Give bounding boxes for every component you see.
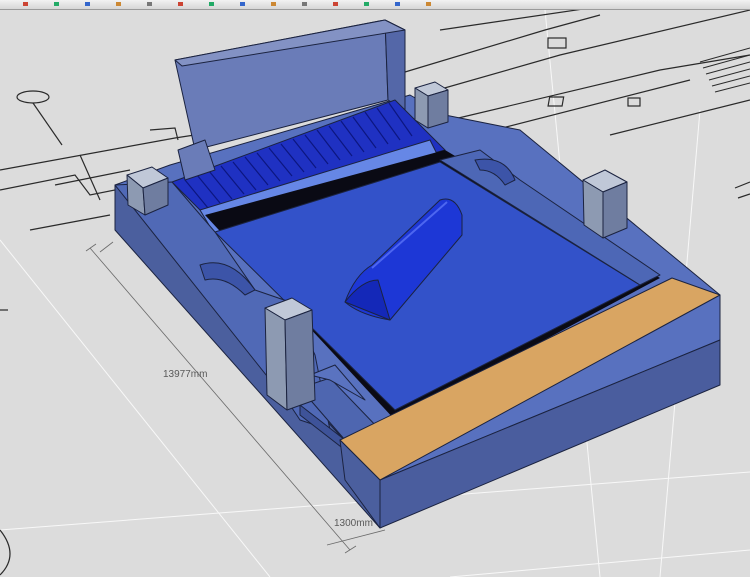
pillar-front-right[interactable] <box>582 169 628 239</box>
eraser-tool-icon[interactable] <box>115 1 122 7</box>
pencil-tool-icon[interactable] <box>53 1 60 7</box>
pillar-front-left[interactable] <box>264 297 316 411</box>
warning-icon[interactable] <box>425 1 432 7</box>
move-tool-icon[interactable] <box>208 1 215 7</box>
previous-view-icon[interactable] <box>394 1 401 7</box>
dimension-depth-label: 1300mm <box>334 518 373 529</box>
arc-tool-icon[interactable] <box>84 1 91 7</box>
zoom-tool-icon[interactable] <box>363 1 370 7</box>
sketchup-window: 13977mm 10375mm 1300mm <box>0 0 750 577</box>
model-canvas[interactable]: 13977mm 10375mm 1300mm <box>0 10 750 577</box>
orbit-tool-icon[interactable] <box>301 1 308 7</box>
rotate-tool-icon[interactable] <box>239 1 246 7</box>
pillar-back-right[interactable] <box>414 81 449 129</box>
tape-measure-icon[interactable] <box>270 1 277 7</box>
paint-bucket-icon[interactable] <box>146 1 153 7</box>
toolbar <box>0 0 750 10</box>
pillar-back-left[interactable] <box>126 166 169 216</box>
dimension-length-label: 13977mm <box>163 369 207 380</box>
pan-tool-icon[interactable] <box>332 1 339 7</box>
push-pull-icon[interactable] <box>177 1 184 7</box>
select-tool-icon[interactable] <box>22 1 29 7</box>
back-wall-side[interactable] <box>384 19 406 111</box>
model-viewport[interactable]: 13977mm 10375mm 1300mm <box>0 10 750 577</box>
